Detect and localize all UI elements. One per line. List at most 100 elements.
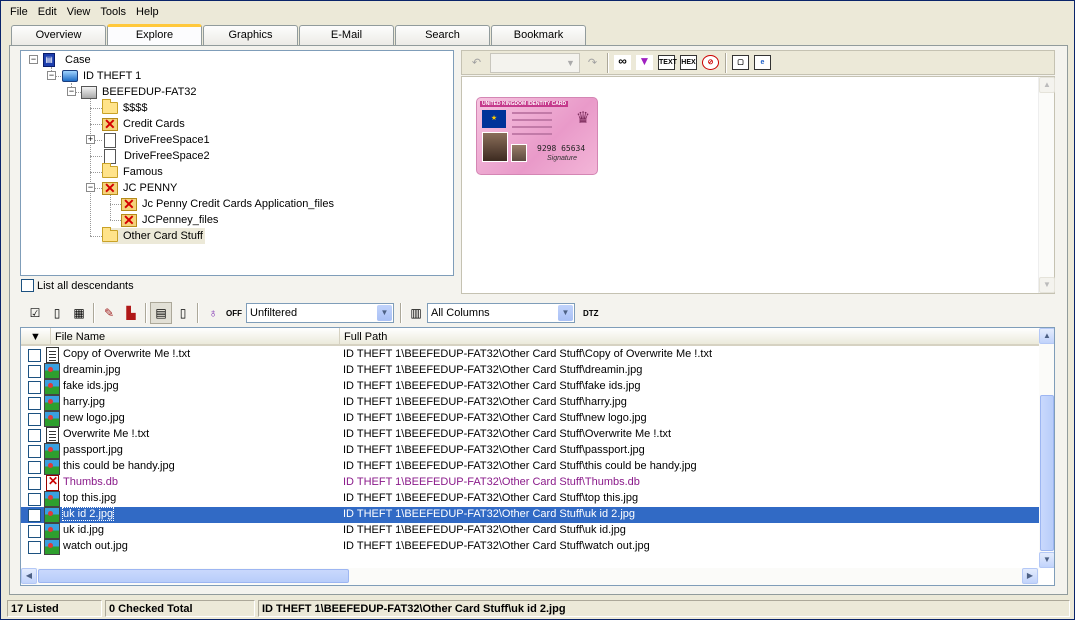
table-row[interactable]: Thumbs.db ID THEFT 1\BEEFEDUP-FAT32\Other… — [21, 474, 1039, 491]
menu-view[interactable]: View — [62, 2, 96, 22]
expand-icon[interactable]: + — [86, 135, 95, 144]
row-checkbox[interactable] — [28, 413, 41, 426]
columns-select-value: All Columns — [431, 307, 490, 319]
menu-edit[interactable]: Edit — [33, 2, 62, 22]
tree-item-other-card-stuff[interactable]: Other Card Stuff — [102, 227, 205, 244]
row-checkbox[interactable] — [28, 349, 41, 362]
tab-email[interactable]: E-Mail — [299, 25, 394, 45]
tree-item-jc-penny-files[interactable]: Jc Penny Credit Cards Application_files — [121, 196, 336, 213]
tree-item-beefedup[interactable]: BEEFEDUP-FAT32 — [81, 84, 199, 100]
row-checkbox[interactable] — [28, 397, 41, 410]
tree-item-drivefreespace2[interactable]: DriveFreeSpace2 — [102, 148, 212, 164]
table-row[interactable]: Copy of Overwrite Me !.txt ID THEFT 1\BEE… — [21, 347, 1039, 363]
filter-off-label[interactable]: OFF — [226, 309, 242, 318]
browser-view-icon[interactable]: e — [752, 52, 773, 73]
row-checkbox[interactable] — [28, 429, 41, 442]
image-file-icon — [44, 411, 60, 427]
tree-item-dollars[interactable]: $$$$ — [102, 99, 149, 116]
hex-view-icon[interactable]: HEX — [678, 52, 699, 73]
check-all-icon[interactable]: ☑ — [24, 302, 46, 324]
collapse-icon[interactable]: − — [67, 87, 76, 96]
filter-select[interactable]: Unfiltered ▼ — [246, 303, 394, 323]
row-checkbox[interactable] — [28, 461, 41, 474]
row-checkbox[interactable] — [28, 541, 41, 554]
scroll-right-icon[interactable]: ▶ — [1022, 568, 1038, 584]
table-row[interactable]: passport.jpg ID THEFT 1\BEEFEDUP-FAT32\Ot… — [21, 443, 1039, 459]
row-checkbox[interactable] — [28, 525, 41, 538]
back-icon[interactable]: ↶ — [466, 52, 487, 73]
list-all-descendants-checkbox[interactable] — [21, 279, 34, 292]
bookmark-books-icon[interactable]: ▙ — [120, 302, 142, 324]
scroll-down-icon[interactable]: ▼ — [1039, 277, 1055, 293]
tree-item-label: Credit Cards — [123, 118, 185, 130]
row-checkbox[interactable] — [28, 509, 41, 522]
scroll-up-icon[interactable]: ▲ — [1039, 77, 1055, 93]
glasses-icon[interactable]: ∞ — [612, 52, 633, 73]
columns-select[interactable]: All Columns ▼ — [427, 303, 575, 323]
scroll-left-icon[interactable]: ◀ — [21, 568, 37, 584]
scroll-down-icon[interactable]: ▼ — [1039, 552, 1054, 568]
row-checkbox[interactable] — [28, 381, 41, 394]
tree-item-id-theft-1[interactable]: ID THEFT 1 — [62, 68, 143, 84]
menu-tools[interactable]: Tools — [95, 2, 131, 22]
table-row[interactable]: dreamin.jpg ID THEFT 1\BEEFEDUP-FAT32\Oth… — [21, 363, 1039, 379]
filter-view-icon[interactable]: ▼ — [634, 52, 655, 73]
table-row[interactable]: new logo.jpg ID THEFT 1\BEEFEDUP-FAT32\Ot… — [21, 411, 1039, 427]
table-row[interactable]: uk id.jpg ID THEFT 1\BEEFEDUP-FAT32\Other… — [21, 523, 1039, 539]
row-checkbox[interactable] — [28, 365, 41, 378]
tree-item-drivefreespace1[interactable]: DriveFreeSpace1 — [102, 132, 212, 148]
filter-funnel-icon[interactable]: ♁ — [202, 302, 224, 324]
table-row[interactable]: uk id 2.jpg ID THEFT 1\BEEFEDUP-FAT32\Oth… — [21, 507, 1039, 523]
column-full-path[interactable]: Full Path — [340, 328, 1039, 346]
collapse-icon[interactable]: − — [29, 55, 38, 64]
forward-icon[interactable]: ↷ — [582, 52, 603, 73]
analyze-icon[interactable]: ✎ — [98, 302, 120, 324]
details-view-icon[interactable]: ▤ — [150, 302, 172, 324]
collapse-icon[interactable]: − — [47, 71, 56, 80]
tab-search[interactable]: Search — [395, 25, 490, 45]
tree-item-case[interactable]: ▤ Case — [43, 52, 93, 68]
list-all-descendants[interactable]: List all descendants — [21, 279, 134, 292]
split-grid-icon[interactable]: ▦ — [68, 302, 90, 324]
chevron-down-icon[interactable]: ▼ — [377, 305, 392, 321]
tree-item-credit-cards[interactable]: Credit Cards — [102, 116, 187, 133]
tree-item-famous[interactable]: Famous — [102, 163, 165, 180]
table-row[interactable]: Overwrite Me !.txt ID THEFT 1\BEEFEDUP-FA… — [21, 427, 1039, 443]
viewer-scrollbar[interactable]: ▲ ▼ — [1038, 77, 1055, 293]
chevron-down-icon[interactable]: ▼ — [558, 305, 573, 321]
sort-icon[interactable]: ▼ — [21, 328, 51, 346]
row-checkbox[interactable] — [28, 445, 41, 458]
tree-item-jc-penny[interactable]: JC PENNY — [102, 180, 179, 197]
table-row[interactable]: top this.jpg ID THEFT 1\BEEFEDUP-FAT32\Ot… — [21, 491, 1039, 507]
tab-overview[interactable]: Overview — [11, 25, 106, 45]
table-row[interactable]: watch out.jpg ID THEFT 1\BEEFEDUP-FAT32\O… — [21, 539, 1039, 555]
table-horizontal-scrollbar[interactable]: ◀ ▶ — [21, 568, 1039, 585]
table-row[interactable]: this could be handy.jpg ID THEFT 1\BEEFED… — [21, 459, 1039, 475]
row-checkbox[interactable] — [28, 493, 41, 506]
menu-file[interactable]: File — [5, 2, 33, 22]
table-row[interactable]: fake ids.jpg ID THEFT 1\BEEFEDUP-FAT32\Ot… — [21, 379, 1039, 395]
copy-view-icon[interactable]: ▢ — [730, 52, 751, 73]
tab-graphics[interactable]: Graphics — [203, 25, 298, 45]
text-view-icon[interactable]: TEXT — [656, 52, 677, 73]
scroll-up-icon[interactable]: ▲ — [1039, 328, 1054, 344]
tree-item-jcpenney-files[interactable]: JCPenney_files — [121, 212, 220, 229]
scroll-thumb[interactable] — [1040, 395, 1054, 551]
tab-bookmark[interactable]: Bookmark — [491, 25, 586, 45]
folder-icon — [102, 163, 118, 178]
dtz-button[interactable]: DTZ — [583, 309, 599, 318]
table-row[interactable]: harry.jpg ID THEFT 1\BEEFEDUP-FAT32\Other… — [21, 395, 1039, 411]
tab-strip: Overview Explore Graphics E-Mail Search … — [11, 24, 587, 45]
split-vertical-icon[interactable]: ▯ — [46, 302, 68, 324]
single-file-icon[interactable]: ▯ — [172, 302, 194, 324]
collapse-icon[interactable]: − — [86, 183, 95, 192]
no-picture-icon[interactable]: ⊘ — [700, 52, 721, 73]
columns-icon[interactable]: ▥ — [405, 302, 427, 324]
menu-help[interactable]: Help — [131, 2, 164, 22]
row-checkbox[interactable] — [28, 477, 41, 490]
tab-explore[interactable]: Explore — [107, 24, 202, 45]
scroll-thumb[interactable] — [38, 569, 349, 583]
column-file-name[interactable]: File Name — [51, 328, 340, 346]
table-vertical-scrollbar[interactable]: ▲ ▼ — [1039, 328, 1054, 568]
view-history-combo[interactable]: ▼ — [490, 52, 580, 73]
